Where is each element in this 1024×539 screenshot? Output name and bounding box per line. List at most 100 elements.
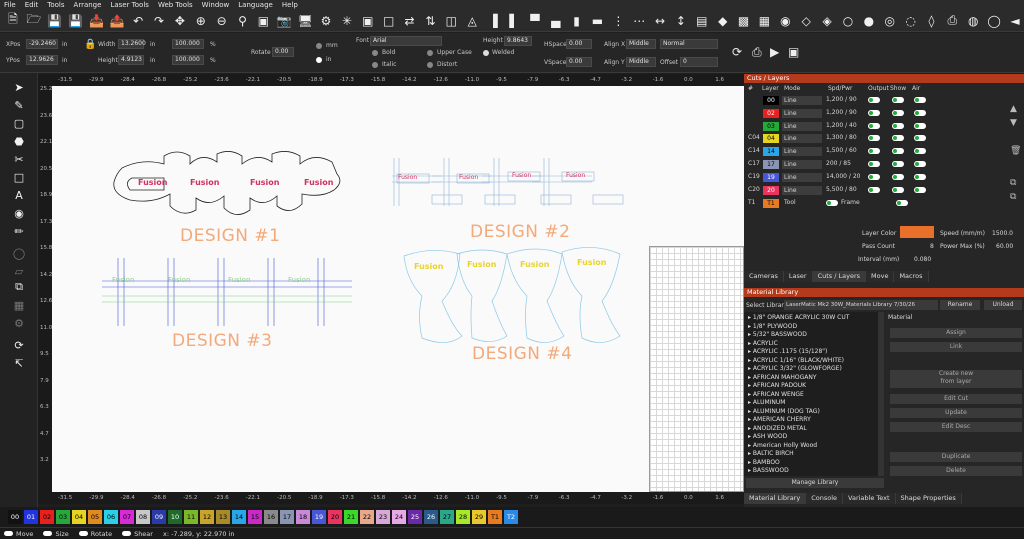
distort-checkbox[interactable]: [427, 62, 433, 68]
palette-swatch[interactable]: 22: [360, 510, 374, 524]
status-move[interactable]: Move: [4, 530, 33, 538]
rename-button[interactable]: Rename: [940, 300, 980, 310]
material-list-item[interactable]: ▸ 5/32" BASSWOOD: [748, 331, 807, 338]
palette-swatch[interactable]: 19: [312, 510, 326, 524]
break-icon[interactable]: ◎: [881, 12, 899, 30]
material-list-item[interactable]: ▸ ANODIZED METAL: [748, 425, 807, 432]
array-icon[interactable]: ▩: [735, 12, 753, 30]
unit-mm-radio[interactable]: [316, 43, 322, 49]
text-icon[interactable]: A: [10, 187, 28, 203]
send-icon[interactable]: ▶: [770, 45, 779, 59]
crop-icon[interactable]: □: [10, 169, 28, 185]
pen-icon[interactable]: ✎: [10, 97, 28, 113]
tab-cameras[interactable]: Cameras: [744, 271, 784, 282]
align-center-v-icon[interactable]: ▬: [589, 12, 607, 30]
palette-swatch[interactable]: 21: [344, 510, 358, 524]
ypos-field[interactable]: 12.9626: [26, 55, 58, 65]
mirror-v-icon[interactable]: ⇅: [422, 12, 440, 30]
height-field[interactable]: 4.9123: [118, 55, 144, 65]
layer-mode-select[interactable]: Line: [782, 96, 822, 105]
duplicate-button[interactable]: Duplicate: [890, 452, 1022, 462]
unit-in-radio[interactable]: [316, 57, 322, 63]
undo-icon[interactable]: ↶: [129, 12, 147, 30]
pan-icon[interactable]: ✥: [171, 12, 189, 30]
design-canvas[interactable]: Fusion Fusion Fusion Fusion Fusion Fusio…: [52, 86, 744, 492]
offset-field[interactable]: 0: [680, 57, 718, 67]
menu-window[interactable]: Window: [202, 1, 230, 9]
layer-row[interactable]: C14 14 Line 1,500 / 60: [744, 146, 1006, 157]
copy-layer-icon[interactable]: ⧉: [1010, 178, 1016, 188]
layer-row[interactable]: C20 20 Line 5,500 / 80: [744, 185, 1006, 195]
material-list-item[interactable]: ▸ ACRYLIC: [748, 340, 778, 347]
delete-button[interactable]: Delete: [890, 466, 1022, 476]
align-y-select[interactable]: Middle: [626, 57, 656, 67]
width-field[interactable]: 13.2600: [118, 39, 146, 49]
layer-row[interactable]: 03 Line 1,200 / 40: [744, 121, 1006, 131]
size-w-icon[interactable]: ↔: [651, 12, 669, 30]
update-button[interactable]: Update: [890, 408, 1022, 418]
tab-laser[interactable]: Laser: [783, 271, 813, 282]
palette-swatch[interactable]: 13: [216, 510, 230, 524]
show-toggle[interactable]: [892, 161, 904, 167]
optimize-icon[interactable]: ◊: [923, 12, 941, 30]
layer-swatch[interactable]: 00: [763, 96, 779, 105]
air-toggle[interactable]: [914, 186, 926, 193]
create-from-layer-button[interactable]: Create new from layer: [890, 370, 1022, 388]
menu-language[interactable]: Language: [238, 1, 273, 9]
palette-swatch[interactable]: 20: [328, 510, 342, 524]
circle-tool-icon[interactable]: ◯: [10, 245, 28, 261]
palette-swatch[interactable]: 02: [40, 510, 54, 524]
group-icon[interactable]: ◫: [442, 12, 460, 30]
show-toggle[interactable]: [892, 97, 904, 103]
layer-row-tool[interactable]: T1 T1 Tool Frame: [744, 198, 1006, 208]
palette-swatch[interactable]: 26: [424, 510, 438, 524]
grid-tool-icon[interactable]: ▦: [10, 297, 28, 313]
palette-swatch[interactable]: 25: [408, 510, 422, 524]
gear-tool-icon[interactable]: ⚙: [10, 315, 28, 331]
layer-row[interactable]: 02 Line 1,200 / 90: [744, 108, 1006, 118]
layer-mode-select[interactable]: Line: [782, 134, 822, 144]
polygon-icon[interactable]: ⬣: [10, 133, 28, 149]
zoom-in-icon[interactable]: ⊕: [192, 12, 210, 30]
upper-case-checkbox[interactable]: [427, 50, 433, 56]
tab-move[interactable]: Move: [866, 271, 895, 282]
palette-swatch[interactable]: 15: [248, 510, 262, 524]
layer-row[interactable]: C04 04 Line 1,300 / 80: [744, 133, 1006, 144]
menu-arrange[interactable]: Arrange: [74, 1, 102, 9]
menu-help[interactable]: Help: [282, 1, 298, 9]
distribute-v-icon[interactable]: ⋯: [630, 12, 648, 30]
rotate-tool-icon[interactable]: ⟳: [10, 337, 28, 353]
layer-mode-select[interactable]: Line: [782, 172, 822, 182]
font-select[interactable]: Arial: [370, 36, 442, 46]
frame-icon[interactable]: ▣: [788, 45, 799, 59]
import-icon[interactable]: 📥: [88, 12, 106, 30]
nudge-icon[interactable]: ◆: [714, 12, 732, 30]
material-list-item[interactable]: ▸ 1/8" PLYWOOD: [748, 323, 797, 330]
unload-button[interactable]: Unload: [984, 300, 1022, 310]
rectangle-icon[interactable]: ▢: [10, 115, 28, 131]
menu-web-tools[interactable]: Web Tools: [158, 1, 193, 9]
status-size[interactable]: Size: [43, 530, 69, 538]
tab-shape-properties[interactable]: Shape Properties: [895, 493, 962, 504]
edit-cut-button[interactable]: Edit Cut: [890, 394, 1022, 404]
node-icon[interactable]: ●: [860, 12, 878, 30]
boolean-icon[interactable]: ◈: [818, 12, 836, 30]
rotate-field[interactable]: 0.00: [272, 47, 294, 57]
size-h-icon[interactable]: ↕: [672, 12, 690, 30]
palette-swatch[interactable]: 01: [24, 510, 38, 524]
output-toggle[interactable]: [868, 122, 880, 129]
paste-layer-icon[interactable]: ⧉: [1010, 192, 1016, 202]
move-up-icon[interactable]: ▲: [1010, 104, 1017, 114]
material-scrollbar[interactable]: [878, 312, 884, 476]
layer-swatch[interactable]: 17: [763, 160, 779, 169]
library-select[interactable]: LaserMatic Mk2 30W_Materials Library 7/3…: [784, 300, 938, 310]
palette-swatch[interactable]: 03: [56, 510, 70, 524]
italic-checkbox[interactable]: [372, 62, 378, 68]
print-icon[interactable]: ⎙: [943, 12, 961, 30]
palette-swatch[interactable]: 23: [376, 510, 390, 524]
save-as-icon[interactable]: 💾: [67, 12, 85, 30]
output-toggle[interactable]: [868, 97, 880, 103]
palette-swatch[interactable]: 17: [280, 510, 294, 524]
size-toggle-icon[interactable]: [43, 531, 53, 536]
scale-width-field[interactable]: 100.000: [172, 39, 204, 49]
